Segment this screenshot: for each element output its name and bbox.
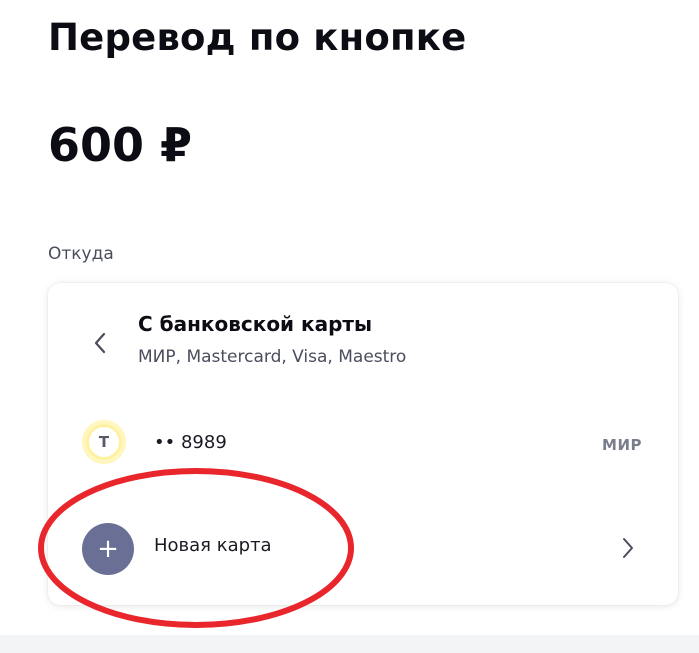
payment-method-title: С банковской карты [138,312,373,336]
page-title: Перевод по кнопке [48,16,467,59]
new-card-label: Новая карта [154,535,272,556]
bank-logo-letter: T [87,425,121,459]
source-label: Откуда [48,244,114,264]
plus-icon: + [82,523,134,575]
back-button[interactable] [88,328,112,358]
bottom-divider [0,635,699,653]
chevron-right-icon [618,533,638,563]
mir-logo: МИР [602,436,642,454]
payment-method-subtitle: МИР, Mastercard, Visa, Maestro [138,347,407,367]
new-card-option[interactable]: + Новая карта [78,515,648,575]
saved-card-option[interactable]: T •• 8989 МИР [78,414,648,478]
card-number: •• 8989 [154,432,227,453]
chevron-left-icon [94,332,106,354]
transfer-amount: 600 ₽ [48,118,193,172]
bank-logo-icon: T [82,420,126,464]
